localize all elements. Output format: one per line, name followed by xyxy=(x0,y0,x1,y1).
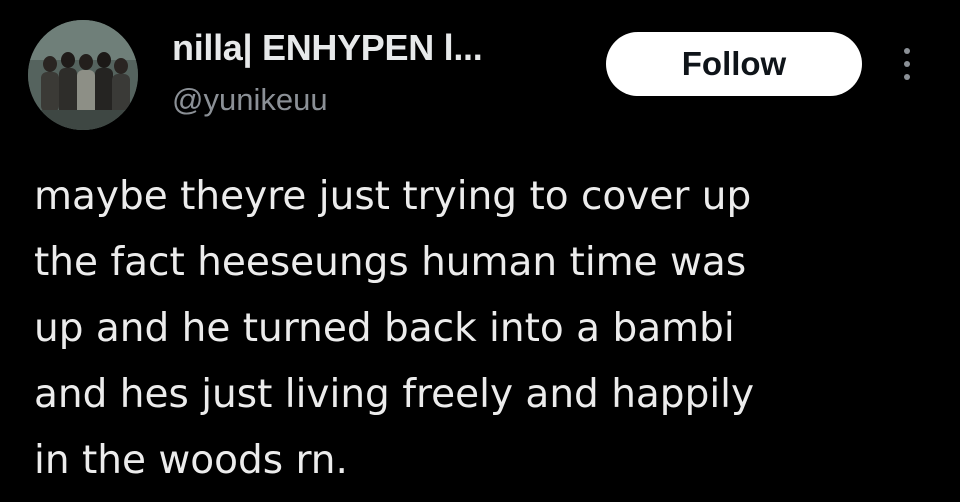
more-dot xyxy=(904,61,910,67)
more-vertical-icon[interactable] xyxy=(890,42,924,86)
tweet-text-line: the fact heeseungs human time was xyxy=(34,240,747,285)
tweet-text-line: and hes just living freely and happily xyxy=(34,372,755,417)
tweet-card: nilla| ENHYPEN l... @yunikeuu Follow may… xyxy=(0,0,960,502)
more-dot xyxy=(904,74,910,80)
group-photo-avatar-icon xyxy=(28,20,138,130)
more-dot xyxy=(904,48,910,54)
follow-button[interactable]: Follow xyxy=(606,32,862,96)
tweet-text-line: up and he turned back into a bambi xyxy=(34,306,735,351)
tweet-text-line: maybe theyre just trying to cover up xyxy=(34,174,752,219)
tweet-text-line: in the woods rn. xyxy=(34,438,348,483)
author-handle[interactable]: @yunikeuu xyxy=(172,80,328,120)
author-display-name[interactable]: nilla| ENHYPEN l... xyxy=(172,26,483,70)
tweet-body: maybe theyre just trying to cover up the… xyxy=(34,164,934,494)
user-avatar[interactable] xyxy=(28,20,138,130)
